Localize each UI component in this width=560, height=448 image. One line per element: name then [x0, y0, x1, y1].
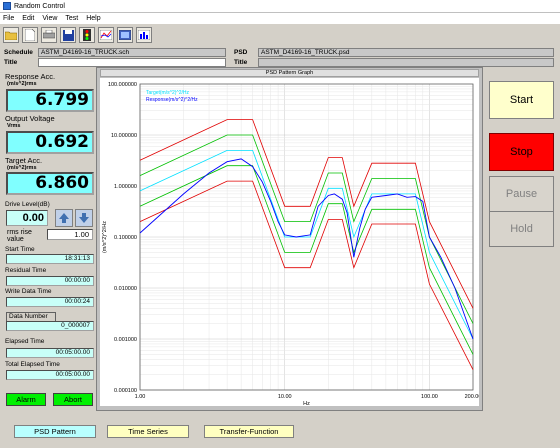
graph-icon[interactable] — [98, 27, 114, 43]
total-elapsed-time-value: 00:05:00.00 — [6, 370, 94, 380]
target-acc-label: Target Acc. — [5, 156, 43, 165]
tab-transfer-function[interactable]: Transfer-Function — [204, 425, 294, 438]
residual-time-label: Residual Time — [5, 267, 47, 274]
y-axis-label: (m/s^2)^2/Hz — [102, 221, 108, 253]
elapsed-time-value: 00:05:00.00 — [6, 348, 94, 358]
psd-title-field — [258, 58, 554, 67]
write-data-time-value: 00:00:24 — [6, 297, 94, 307]
y-tick-label: 0.001000 — [114, 337, 137, 343]
start-time-value: 18:31:13 — [6, 254, 94, 264]
y-tick-label: 0.000100 — [114, 388, 137, 394]
drive-up-arrow-icon[interactable] — [55, 209, 73, 227]
psd-chart: 100.000000 10.000000 1.000000 0.100000 0.010… — [100, 78, 479, 406]
x-tick-label: 200.00 — [465, 394, 479, 400]
y-tick-label: 0.100000 — [114, 235, 137, 241]
bar-chart-icon[interactable] — [136, 27, 152, 43]
legend-entry: Target(m/s^2)^2/Hz — [146, 90, 190, 96]
title-field[interactable] — [38, 58, 226, 67]
y-tick-label: 1.000000 — [114, 184, 137, 190]
rms-rise-input[interactable]: 1.00 — [47, 229, 93, 240]
menu-view[interactable]: View — [42, 15, 57, 22]
menu-file[interactable]: File — [3, 15, 14, 22]
y-tick-label: 10.000000 — [111, 133, 137, 139]
target-acc-unit: (m/s^2)rms — [7, 165, 37, 171]
menu-edit[interactable]: Edit — [22, 15, 34, 22]
total-elapsed-time-label: Total Elapsed Time — [5, 361, 60, 368]
chart-title: PSD Pattern Graph — [100, 69, 479, 77]
schedule-field: ASTM_D4169-16_TRUCK.sch — [38, 48, 226, 57]
rms-rise-label: rms rise — [7, 229, 32, 236]
target-acc-readout: 6.860 — [6, 172, 94, 195]
tab-time-series[interactable]: Time Series — [107, 425, 189, 438]
title-label: Title — [4, 59, 18, 66]
tab-psd-pattern[interactable]: PSD Pattern — [14, 425, 96, 438]
start-button[interactable]: Start — [489, 81, 554, 119]
start-time-label: Start Time — [5, 246, 35, 253]
x-tick-label: 1.00 — [135, 394, 146, 400]
write-data-time-label: Write Data Time — [5, 288, 52, 295]
output-voltage-readout: 0.692 — [6, 131, 94, 154]
stop-button[interactable]: Stop — [489, 133, 554, 171]
x-tick-label: 10.00 — [278, 394, 292, 400]
menu-help[interactable]: Help — [86, 15, 100, 22]
y-tick-label: 0.010000 — [114, 286, 137, 292]
psd-title-label: Title — [234, 59, 248, 66]
x-tick-label: 100.00 — [421, 394, 438, 400]
schedule-label: Schedule — [4, 49, 33, 56]
left-panel: Response Acc. (m/s^2)rms 6.799 Output Vo… — [1, 68, 95, 410]
save-icon[interactable] — [60, 27, 76, 43]
image-icon[interactable] — [117, 27, 133, 43]
rms-rise-label-2: value — [7, 236, 24, 243]
window-title: Random Control — [14, 2, 65, 10]
new-document-icon[interactable] — [22, 27, 38, 43]
drive-level-value: 0.00 — [6, 210, 48, 226]
alarm-indicator[interactable]: Alarm — [6, 393, 46, 406]
response-acc-readout: 6.799 — [6, 89, 94, 112]
hold-button[interactable]: Hold — [489, 211, 554, 247]
legend-entry: Response(m/s^2)^2/Hz — [146, 97, 198, 103]
y-tick-label: 100.000000 — [108, 82, 137, 88]
response-acc-unit: (m/s^2)rms — [7, 81, 37, 87]
x-axis-label: Hz — [303, 401, 310, 406]
output-voltage-label: Output Voltage — [5, 114, 55, 123]
residual-time-value: 00:00:00 — [6, 276, 94, 286]
psd-label: PSD — [234, 49, 248, 56]
response-acc-label: Response Acc. — [5, 72, 56, 81]
abort-button[interactable]: Abort — [53, 393, 93, 406]
app-icon — [3, 2, 11, 10]
output-voltage-unit: Vrms — [7, 123, 21, 129]
drive-level-label: Drive Level(dB) — [5, 201, 50, 208]
elapsed-time-label: Elapsed Time — [5, 338, 45, 345]
title-bar: Random Control — [0, 0, 560, 13]
open-folder-icon[interactable] — [3, 27, 19, 43]
data-number-value: 0_000007 — [6, 321, 94, 331]
menu-test[interactable]: Test — [65, 15, 78, 22]
psd-field: ASTM_D4169-16_TRUCK.psd — [258, 48, 554, 57]
traffic-light-icon[interactable] — [79, 27, 95, 43]
pause-button[interactable]: Pause — [489, 176, 554, 212]
drive-down-arrow-icon[interactable] — [75, 209, 93, 227]
menu-bar: File Edit View Test Help — [0, 13, 560, 24]
print-icon[interactable] — [41, 27, 57, 43]
toolbar — [0, 24, 560, 46]
